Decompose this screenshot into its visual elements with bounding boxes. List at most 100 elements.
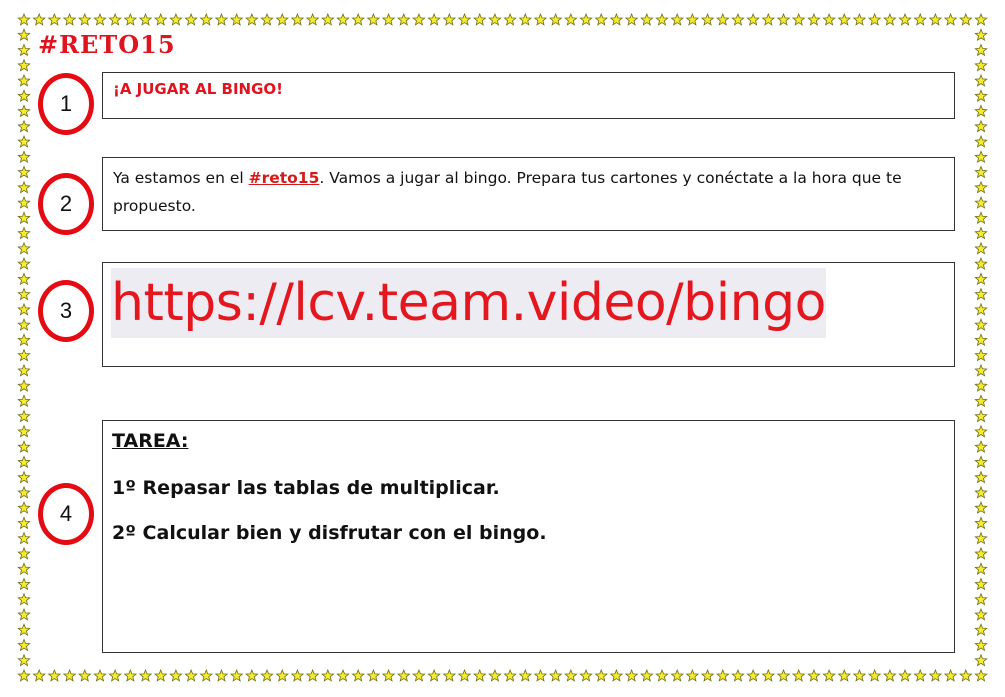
star-icon — [761, 12, 776, 26]
star-icon — [959, 668, 973, 682]
star-icon — [837, 668, 852, 682]
star-icon — [184, 12, 198, 26]
star-icon — [731, 12, 745, 26]
star-icon — [974, 531, 988, 545]
star-icon — [17, 440, 31, 453]
star-icon — [716, 12, 730, 26]
star-icon — [397, 12, 411, 26]
star-icon — [93, 12, 107, 26]
star-icon — [791, 12, 806, 26]
bingo-link[interactable]: https://lcv.team.video/bingo — [111, 268, 826, 338]
star-icon — [427, 12, 441, 26]
star-icon — [457, 12, 472, 26]
star-icon — [321, 668, 335, 682]
star-icon — [17, 607, 31, 621]
star-icon — [913, 668, 927, 682]
star-icon — [974, 180, 988, 194]
star-icon — [32, 668, 46, 682]
star-icon — [867, 668, 882, 682]
star-icon — [594, 668, 608, 682]
star-icon — [47, 668, 62, 682]
star-icon — [974, 12, 988, 26]
star-icon — [624, 12, 639, 26]
star-icon — [472, 668, 487, 682]
star-icon — [245, 12, 259, 26]
reto-hashtag: #reto15 — [248, 169, 320, 187]
star-icon — [883, 12, 897, 26]
star-icon — [731, 668, 745, 682]
star-icon — [974, 58, 988, 72]
star-icon — [898, 12, 912, 26]
star-icon — [503, 12, 517, 26]
star-icon — [472, 12, 487, 26]
star-icon — [245, 668, 259, 682]
star-icon — [17, 256, 31, 270]
star-icon — [17, 577, 31, 591]
star-icon — [17, 241, 31, 255]
star-icon — [898, 668, 912, 682]
star-icon — [700, 668, 715, 682]
star-icon — [761, 668, 776, 682]
star-icon — [17, 12, 31, 26]
star-icon — [852, 12, 867, 26]
star-icon — [17, 104, 31, 118]
star-icon — [275, 12, 289, 26]
star-icon — [457, 668, 472, 682]
star-icon — [655, 668, 669, 682]
star-icon — [913, 12, 927, 26]
star-icon — [807, 668, 821, 682]
star-icon — [17, 501, 31, 514]
star-icon — [275, 668, 289, 682]
star-icon — [321, 12, 335, 26]
star-icon — [17, 546, 31, 560]
star-icon — [412, 12, 426, 26]
star-icon — [670, 668, 684, 682]
star-icon — [852, 668, 867, 682]
bingo-heading: ¡A JUGAR AL BINGO! — [113, 80, 283, 98]
star-icon — [169, 12, 183, 26]
star-icon — [108, 12, 122, 26]
star-icon — [640, 668, 654, 682]
task-heading: TAREA: — [112, 430, 189, 452]
star-icon — [974, 226, 988, 240]
task-item-1: 1º Repasar las tablas de multiplicar. — [112, 477, 500, 499]
star-icon — [974, 165, 988, 179]
star-icon — [366, 12, 381, 26]
star-icon — [548, 12, 563, 26]
star-icon — [17, 211, 31, 225]
star-icon — [17, 470, 31, 484]
star-icon — [17, 653, 31, 667]
star-icon — [974, 195, 988, 209]
star-icon — [974, 302, 988, 316]
star-icon — [564, 12, 578, 26]
star-icon — [974, 119, 988, 133]
star-icon — [685, 668, 700, 682]
star-icon — [62, 668, 77, 682]
star-icon — [17, 623, 31, 636]
star-icon — [17, 119, 31, 133]
star-icon — [564, 668, 578, 682]
star-icon — [640, 12, 654, 26]
star-icon — [351, 12, 365, 26]
star-icon — [442, 668, 457, 682]
star-icon — [974, 104, 988, 118]
star-icon — [974, 73, 988, 87]
star-icon — [17, 424, 31, 438]
star-icon — [974, 607, 988, 621]
star-icon — [123, 12, 138, 26]
star-icon — [17, 363, 31, 377]
star-icon — [32, 12, 46, 26]
star-icon — [518, 668, 533, 682]
star-icon — [974, 89, 988, 103]
star-icon — [974, 638, 988, 652]
star-icon — [974, 623, 988, 636]
star-icon — [17, 562, 31, 575]
star-icon — [93, 668, 107, 682]
star-icon — [412, 668, 426, 682]
star-icon — [17, 89, 31, 103]
step-number: 3 — [59, 298, 73, 323]
step-number: 2 — [59, 191, 73, 216]
star-icon — [974, 348, 988, 362]
star-icon — [548, 668, 563, 682]
star-icon — [108, 668, 122, 682]
